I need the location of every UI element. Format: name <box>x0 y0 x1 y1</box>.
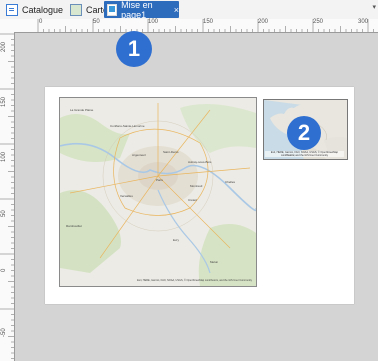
map-place-label: Aulnay-sous-Bois <box>188 160 212 164</box>
tab-label: Mise en page1 <box>121 0 153 20</box>
ruler-top-label: 300 <box>358 19 369 25</box>
ruler-top: 0 50 100 150 200 250 300 <box>0 19 378 33</box>
ruler-left: 200 150 100 50 0 -50 <box>0 32 15 361</box>
tab-mise-en-page[interactable]: Mise en page1 × <box>104 0 179 20</box>
ruler-left-label: 50 <box>1 210 7 217</box>
map-place-label: Melun <box>210 260 219 264</box>
map-place-label: Conflans-Sainte-Honorine <box>110 124 145 128</box>
layout-icon <box>107 3 118 16</box>
ruler-top-label: 150 <box>203 19 214 25</box>
ruler-top-label: 200 <box>258 19 269 25</box>
map-place-label: La Grande Plaine <box>70 108 94 112</box>
map-place-label: Paris <box>156 178 163 182</box>
ruler-top-label: 0 <box>39 19 43 25</box>
map-place-label: Montreuil <box>190 184 203 188</box>
layout-view: Catalogue Carte Mise en page1 × ▾ 0 50 1… <box>0 0 378 361</box>
ruler-top-label: 250 <box>313 19 324 25</box>
main-map-frame[interactable]: La Grande Plaine Conflans-Sainte-Honorin… <box>59 97 257 287</box>
ruler-left-ticks <box>0 33 14 359</box>
map-place-label: Créteil <box>188 198 197 202</box>
map-place-label: Versailles <box>120 194 133 198</box>
ruler-top-label: 100 <box>148 19 159 25</box>
map-place-label: Rambouillet <box>66 224 82 228</box>
ruler-left-label: 0 <box>1 268 7 272</box>
tab-bar: Catalogue Carte Mise en page1 × ▾ <box>0 0 378 20</box>
map-place-label: Chelles <box>225 180 236 184</box>
close-icon[interactable]: × <box>174 5 179 15</box>
tab-catalogue[interactable]: Catalogue <box>6 1 68 18</box>
ruler-top-label: 50 <box>93 19 100 25</box>
paris-basemap <box>60 98 256 286</box>
ruler-left-label: -50 <box>1 328 7 337</box>
callout-badge-1: 1 <box>116 31 152 67</box>
tab-label: Catalogue <box>22 4 64 15</box>
map-place-label: Saint-Denis <box>163 150 179 154</box>
map-icon <box>70 3 82 16</box>
map-place-label: Evry <box>173 238 179 242</box>
ruler-left-label: 100 <box>1 151 7 162</box>
ruler-left-label: 200 <box>1 41 7 52</box>
callout-badge-2: 2 <box>287 116 321 150</box>
ruler-left-label: 150 <box>1 96 7 107</box>
inset-map-attribution: Esri, HERE, Garmin, FAO, NOAA, USGS, © O… <box>265 151 344 157</box>
tab-menu-chevron-down-icon[interactable]: ▾ <box>372 3 376 11</box>
main-map-attribution: Esri, HERE, Garmin, FAO, NOAA, USGS, © O… <box>137 279 252 282</box>
catalog-icon <box>6 3 18 16</box>
map-place-label: Argenteuil <box>132 153 146 157</box>
